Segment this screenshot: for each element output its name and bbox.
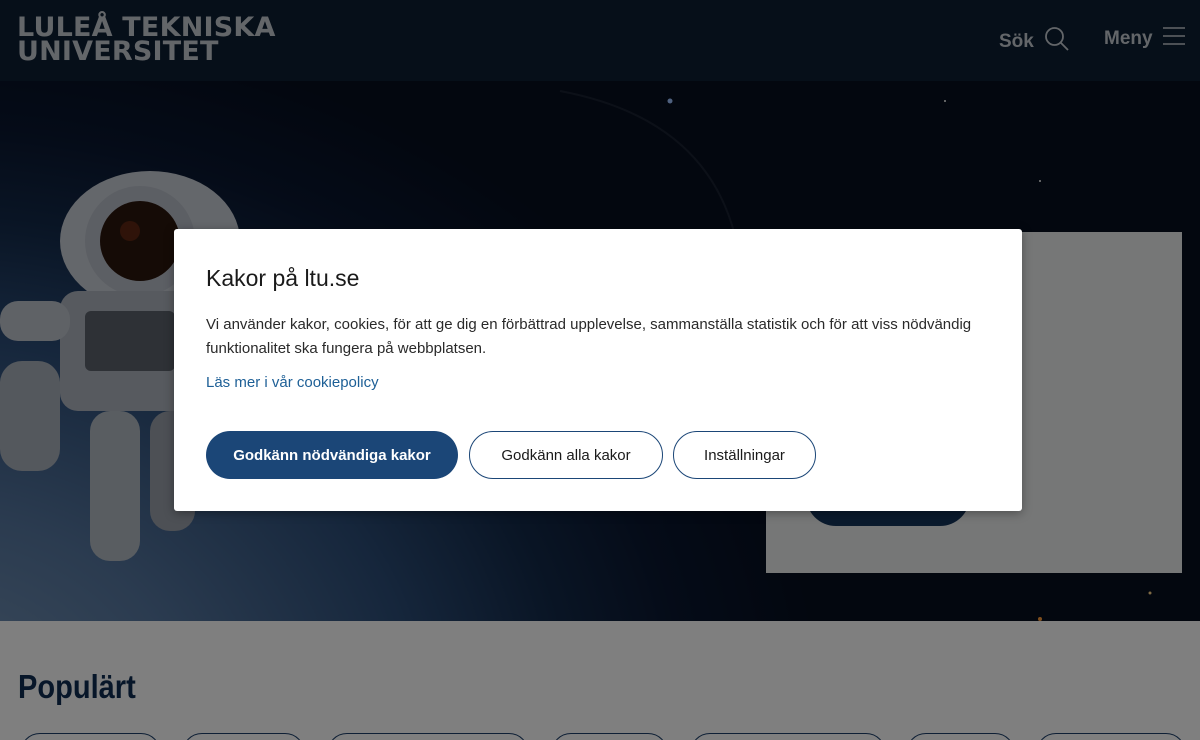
accept-necessary-button[interactable]: Godkänn nödvändiga kakor [206, 431, 458, 479]
cookie-policy-link[interactable]: Läs mer i vår cookiepolicy [206, 374, 379, 391]
cookie-dialog-body: Vi använder kakor, cookies, för att ge d… [206, 316, 972, 357]
accept-all-button[interactable]: Godkänn alla kakor [469, 431, 663, 479]
cookie-dialog-title: Kakor på ltu.se [206, 265, 360, 291]
cookie-dialog: Kakor på ltu.se Vi använder kakor, cooki… [174, 229, 1022, 511]
cookie-settings-button[interactable]: Inställningar [673, 431, 816, 479]
